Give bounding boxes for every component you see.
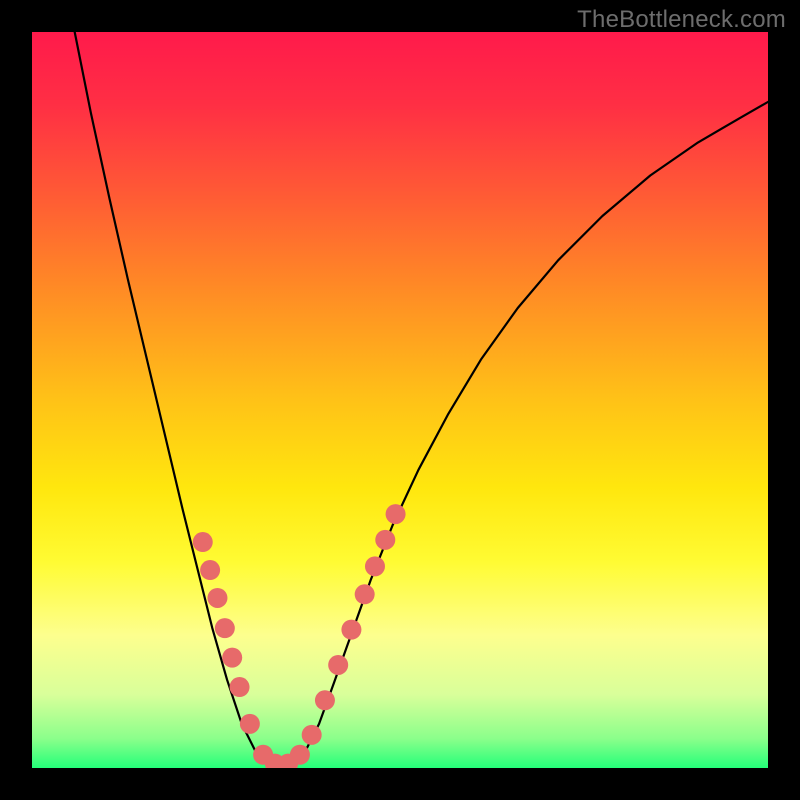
watermark-text: TheBottleneck.com [577, 6, 786, 34]
range-dot [215, 618, 235, 638]
range-dot [375, 530, 395, 550]
range-dot [328, 655, 348, 675]
range-dot [240, 714, 260, 734]
range-dot [207, 588, 227, 608]
gradient-background [32, 32, 768, 768]
range-dot [193, 532, 213, 552]
range-dot [200, 560, 220, 580]
range-dot [222, 648, 242, 668]
chart-frame: TheBottleneck.com [0, 0, 800, 800]
range-dot [355, 584, 375, 604]
range-dot [386, 504, 406, 524]
range-dot [341, 620, 361, 640]
range-dot [365, 556, 385, 576]
range-dot [290, 745, 310, 765]
chart-svg [32, 32, 768, 768]
range-dot [302, 725, 322, 745]
range-dot [230, 677, 250, 697]
range-dot [315, 690, 335, 710]
plot-area [32, 32, 768, 768]
